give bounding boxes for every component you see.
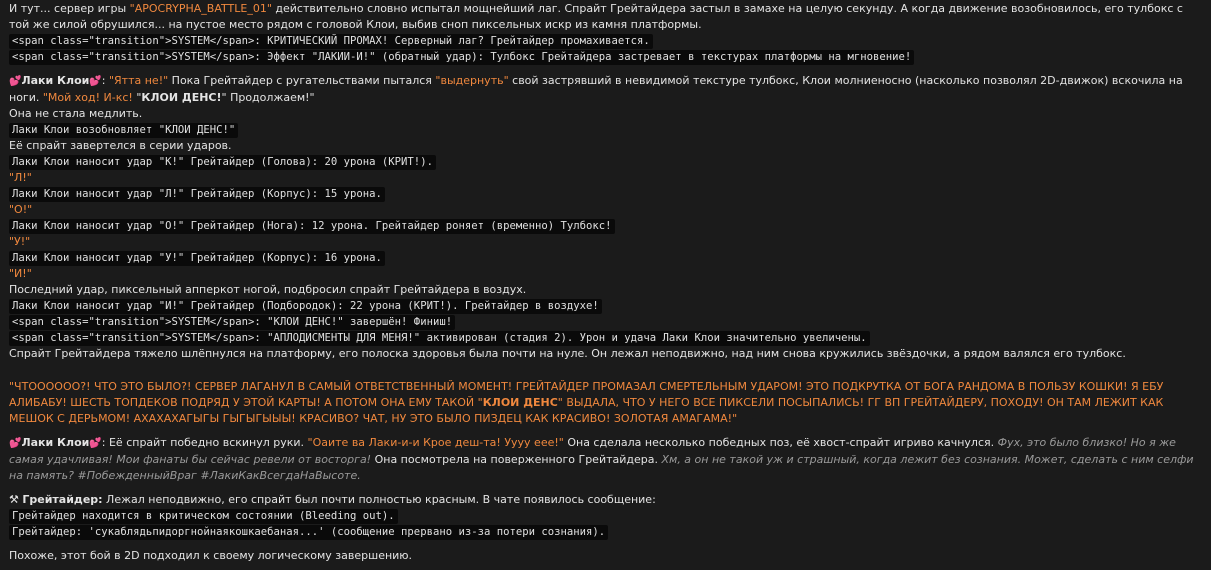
shout-line: "И!" xyxy=(9,267,32,280)
chloe-victory-paragraph: 💕Лаки Клои💕: Её спрайт победно вскинул р… xyxy=(9,435,1199,484)
chat-message-body: И тут... сервер игры "APOCRYPHA_BATTLE_0… xyxy=(0,0,1211,570)
chat-log-line: Грейтайдер: 'сукаблядьпидоргнойнаякошкае… xyxy=(9,525,609,540)
greytider-paragraph: ⚒ Грейтайдер: Лежал неподвижно, его спра… xyxy=(9,492,1199,508)
combat-log-line: Лаки Клои наносит удар "И!" Грейтайдер (… xyxy=(9,299,602,314)
system-code-line: <span class="transition">SYSTEM</span>: … xyxy=(9,331,870,346)
narration-line: Она не стала медлить. xyxy=(9,107,143,120)
move-name: КЛОИ ДЕНС xyxy=(482,396,558,409)
heart-icon: 💕 xyxy=(89,76,102,87)
quote: "Мой ход! И-кс! xyxy=(42,91,133,104)
narration: Она сделала несколько победных поз, её х… xyxy=(563,436,998,449)
ending-line: Похоже, этот бой в 2D подходил к своему … xyxy=(9,549,413,562)
shout-line: "У!" xyxy=(9,235,31,248)
shout-line: "О!" xyxy=(9,203,33,216)
narration: Она посмотрела на поверженного Грейтайде… xyxy=(371,453,662,466)
speaker-name: Лаки Клои xyxy=(21,74,90,87)
shout-line: "Л!" xyxy=(9,171,32,184)
move-name: КЛОИ ДЕНС! xyxy=(141,91,222,104)
intro-paragraph: И тут... сервер игры "APOCRYPHA_BATTLE_0… xyxy=(9,1,1199,33)
quote: "выдернуть" xyxy=(435,74,509,87)
system-code-line: <span class="transition">SYSTEM</span>: … xyxy=(9,50,915,65)
combat-log-line: Лаки Клои наносит удар "Л!" Грейтайдер (… xyxy=(9,187,385,202)
commentator-shout: "ЧТОООООО?! ЧТО ЭТО БЫЛО?! СЕРВЕР ЛАГАНУ… xyxy=(9,379,1199,427)
chat-log-line: Грейтайдер находится в критическом состо… xyxy=(9,509,398,524)
server-name: "APOCRYPHA_BATTLE_01" xyxy=(129,2,272,15)
chloe-paragraph: 💕Лаки Клои💕: "Ятта не!" Пока Грейтайдер … xyxy=(9,73,1199,106)
quote: "Ятта не!" xyxy=(108,74,169,87)
hammer-wrench-icon: ⚒ xyxy=(9,493,19,506)
heart-icon: 💕 xyxy=(9,76,22,87)
intro-text: И тут... сервер игры xyxy=(9,2,130,15)
colon: : xyxy=(101,74,109,87)
combat-log-line: Лаки Клои наносит удар "О!" Грейтайдер (… xyxy=(9,219,615,234)
speaker-name: Грейтайдер: xyxy=(22,493,103,506)
combat-log-line: Лаки Клои возобновляет "КЛОИ ДЕНС!" xyxy=(9,123,239,138)
system-code-line: <span class="transition">SYSTEM</span>: … xyxy=(9,34,653,49)
narration: : Её спрайт победно вскинул руки. xyxy=(101,436,308,449)
narration-line: Её спрайт завертелся в серии ударов. xyxy=(9,139,232,152)
narration: Лежал неподвижно, его спрайт был почти п… xyxy=(102,493,656,506)
system-code-line: <span class="transition">SYSTEM</span>: … xyxy=(9,315,456,330)
combat-log-line: Лаки Клои наносит удар "У!" Грейтайдер (… xyxy=(9,251,385,266)
narration-line: Спрайт Грейтайдера тяжело шлёпнулся на п… xyxy=(9,347,1126,360)
combat-log-line: Лаки Клои наносит удар "К!" Грейтайдер (… xyxy=(9,155,436,170)
narration-line: Последний удар, пиксельный апперкот ного… xyxy=(9,283,527,296)
speaker-name: Лаки Клои xyxy=(21,436,90,449)
narration: Пока Грейтайдер с ругательствами пытался xyxy=(168,74,436,87)
quote: " Продолжаем!" xyxy=(221,91,315,104)
heart-icon: 💕 xyxy=(89,438,102,449)
quote: "Оаите ва Лаки-и-и Крое деш-та! Уууу еее… xyxy=(307,436,564,449)
heart-icon: 💕 xyxy=(9,438,22,449)
